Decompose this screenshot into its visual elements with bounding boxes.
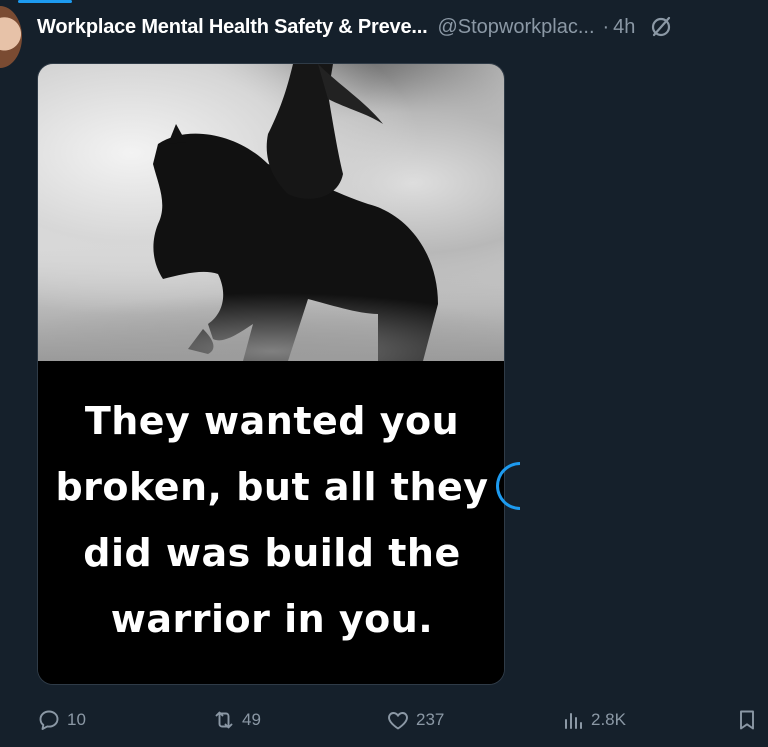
quote-line: broken, but all they: [55, 464, 489, 509]
repost-count: 49: [242, 710, 261, 729]
quote-line: They wanted you: [84, 398, 460, 443]
tweet-card: Workplace Mental Health Safety & Preve..…: [0, 0, 768, 747]
bookmark-icon: [740, 710, 754, 730]
separator-dot: ·: [602, 15, 610, 38]
reply-icon: [39, 710, 59, 730]
post-image[interactable]: They wanted you broken, but all they did…: [37, 63, 505, 685]
slash-circle-icon[interactable]: [649, 15, 673, 39]
like-count: 237: [416, 710, 445, 729]
quote-line: warrior in you.: [110, 596, 434, 641]
quote-line: did was build the: [83, 530, 461, 575]
action-bar: 10 49 237 2.8K: [37, 705, 768, 735]
repost-button[interactable]: 49: [212, 705, 261, 735]
horse-rider-photo: [38, 64, 504, 361]
horse-silhouette-illustration: [38, 64, 504, 361]
views-button[interactable]: 2.8K: [561, 705, 626, 735]
repost-icon: [215, 711, 233, 729]
view-count: 2.8K: [591, 710, 626, 729]
avatar[interactable]: [0, 6, 22, 68]
quote-panel: They wanted you broken, but all they did…: [38, 361, 504, 684]
reply-button[interactable]: 10: [37, 705, 86, 735]
post-time[interactable]: 4h: [613, 16, 635, 39]
bookmark-button[interactable]: [735, 705, 765, 735]
author-handle[interactable]: @Stopworkplac...: [437, 16, 594, 39]
analytics-icon: [565, 713, 582, 729]
quote-text: They wanted you broken, but all they did…: [52, 388, 492, 652]
reply-count: 10: [67, 710, 86, 729]
tweet-header: Workplace Mental Health Safety & Preve..…: [37, 12, 768, 42]
tab-indicator: [18, 0, 72, 3]
like-button[interactable]: 237: [386, 705, 444, 735]
author-name[interactable]: Workplace Mental Health Safety & Preve..…: [37, 16, 428, 39]
heart-icon: [388, 712, 408, 730]
